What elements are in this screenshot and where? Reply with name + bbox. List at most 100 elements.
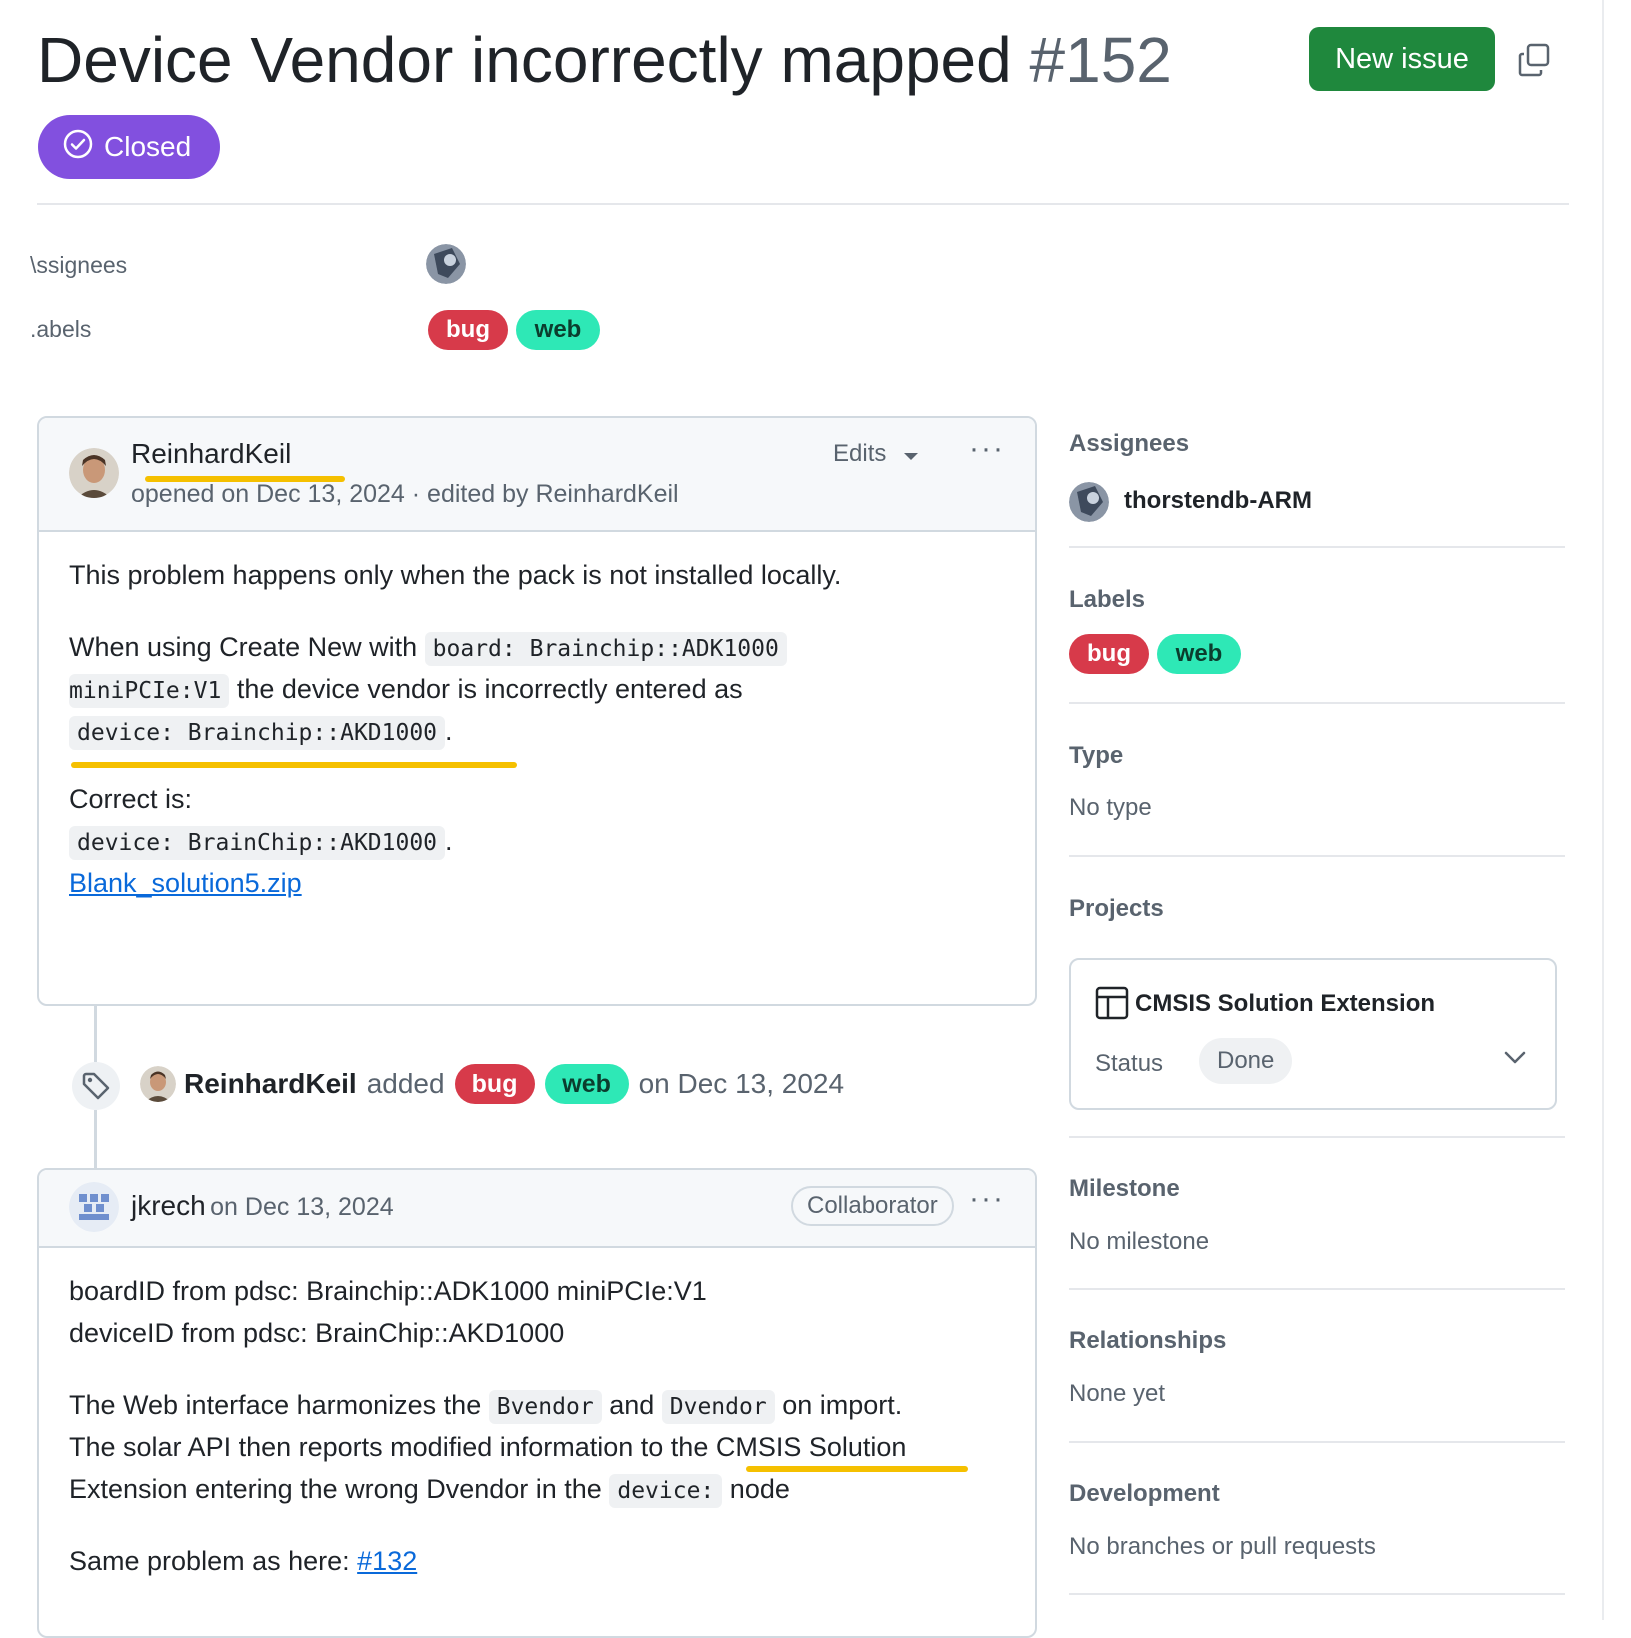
- text-segment: the device vendor is incorrectly entered…: [236, 674, 743, 704]
- text-segment: node: [729, 1474, 790, 1504]
- sidebar-type-title[interactable]: Type: [1069, 742, 1123, 770]
- comment-subline: opened on Dec 13, 2024 · edited by Reinh…: [131, 480, 679, 508]
- sidebar-divider: [1069, 1136, 1565, 1138]
- sidebar-divider: [1069, 546, 1565, 548]
- issue-state-text: Closed: [104, 131, 192, 162]
- inline-code: device: BrainChip::AKD1000: [69, 826, 446, 860]
- sidebar-projects-title[interactable]: Projects: [1069, 895, 1164, 923]
- inline-code: device: Brainchip::AKD1000: [69, 716, 446, 750]
- body-paragraph-3-code-line: device: BrainChip::AKD1000.: [69, 820, 453, 864]
- body-paragraph-2-line-2: miniPCIe:V1 the device vendor is incorre…: [69, 668, 743, 712]
- comment-menu-icon[interactable]: ···: [969, 432, 1005, 466]
- text-segment: .: [445, 716, 453, 746]
- body-line-6: Same problem as here: #132: [69, 1540, 417, 1582]
- sidebar-assignee-avatar[interactable]: [1069, 482, 1109, 522]
- sidebar-relationships-value: None yet: [1069, 1380, 1166, 1407]
- page-edge-divider: [1602, 0, 1604, 1620]
- sidebar-labels-title[interactable]: Labels: [1069, 586, 1145, 614]
- sidebar-assignees-title[interactable]: Assignees: [1069, 430, 1189, 458]
- event-label-web[interactable]: web: [544, 1064, 629, 1104]
- timeline-connector: [94, 1006, 97, 1062]
- comment-author[interactable]: ReinhardKeil: [131, 438, 291, 470]
- meta-assignee-avatar[interactable]: [426, 244, 466, 284]
- attachment-link[interactable]: Blank_solution5.zip: [69, 862, 302, 904]
- project-status-pill[interactable]: Done: [1199, 1038, 1293, 1084]
- inline-code: miniPCIe:V1: [69, 674, 230, 708]
- tag-icon: [72, 1062, 120, 1110]
- issue-number: #152: [1029, 24, 1172, 96]
- label-event: ReinhardKeil added bug web on Dec 13, 20…: [184, 1064, 844, 1104]
- body-paragraph-2-line-1: When using Create New with board: Brainc…: [69, 626, 787, 670]
- event-action: added: [366, 1068, 445, 1099]
- timeline-connector: [94, 1110, 97, 1168]
- comment-author[interactable]: jkrech: [131, 1190, 206, 1221]
- meta-labels-label: .abels: [30, 316, 92, 342]
- body-line-2: deviceID from pdsc: BrainChip::AKD1000: [69, 1318, 565, 1348]
- comment-jkrech: jkrech on Dec 13, 2024 Collaborator ··· …: [37, 1168, 1037, 1638]
- sidebar-divider: [1069, 1288, 1565, 1290]
- inline-code: Bvendor: [488, 1390, 602, 1424]
- meta-assignees-label: \ssignees: [30, 252, 128, 278]
- body-paragraph-1: This problem happens only when the pack …: [69, 560, 842, 590]
- comment-header: jkrech on Dec 13, 2024 Collaborator ···: [39, 1170, 1035, 1248]
- text-segment: When using Create New with: [69, 632, 418, 662]
- issue-reference-link[interactable]: #132: [357, 1546, 417, 1576]
- paragraph-highlight-mark: [71, 762, 517, 768]
- chevron-down-icon[interactable]: [1503, 1050, 1527, 1071]
- text-segment: Extension entering the wrong Dvendor in …: [69, 1474, 602, 1504]
- check-circle-icon: [62, 128, 94, 167]
- body-paragraph-3: Correct is:: [69, 784, 193, 814]
- sidebar-development-value: No branches or pull requests: [1069, 1533, 1376, 1560]
- sidebar-milestone-title[interactable]: Milestone: [1069, 1175, 1180, 1203]
- sidebar-divider: [1069, 1441, 1565, 1443]
- inline-code: Dvendor: [661, 1390, 775, 1424]
- text-segment: on import.: [782, 1390, 903, 1420]
- comment-menu-icon[interactable]: ···: [969, 1182, 1005, 1216]
- sidebar-divider: [1069, 702, 1565, 704]
- comment-date[interactable]: on Dec 13, 2024: [210, 1193, 393, 1221]
- header-divider: [37, 203, 1569, 205]
- issue-body-comment: ReinhardKeil opened on Dec 13, 2024 · ed…: [37, 416, 1037, 1006]
- project-status-label: Status: [1095, 1050, 1164, 1077]
- sidebar-label-bug[interactable]: bug: [1069, 634, 1149, 674]
- collaborator-badge: Collaborator: [791, 1186, 954, 1226]
- text-segment: .: [445, 826, 453, 856]
- comment-header: ReinhardKeil opened on Dec 13, 2024 · ed…: [39, 418, 1035, 532]
- body-paragraph-2-line-3: device: Brainchip::AKD1000.: [69, 710, 453, 754]
- text-segment: and: [609, 1390, 655, 1420]
- inline-code: board: Brainchip::ADK1000: [424, 632, 787, 666]
- copy-link-icon[interactable]: [1515, 40, 1555, 80]
- issue-title: Device Vendor incorrectly mapped #152: [37, 22, 1172, 98]
- event-label-bug[interactable]: bug: [454, 1064, 535, 1104]
- comment-author-line: jkrech on Dec 13, 2024: [131, 1190, 394, 1222]
- sidebar-label-web[interactable]: web: [1157, 634, 1241, 674]
- sidebar-milestone-value: No milestone: [1069, 1228, 1210, 1255]
- edits-label: Edits: [833, 440, 887, 467]
- project-card: CMSIS Solution Extension Status Done: [1069, 958, 1557, 1110]
- body-line-5: Extension entering the wrong Dvendor in …: [69, 1468, 790, 1512]
- body-line-1: boardID from pdsc: Brainchip::ADK1000 mi…: [69, 1276, 707, 1306]
- body-line-4: The solar API then reports modified info…: [69, 1432, 907, 1462]
- sidebar-assignee-name[interactable]: thorstendb-ARM: [1124, 487, 1312, 515]
- project-name[interactable]: CMSIS Solution Extension: [1135, 990, 1435, 1018]
- new-issue-button[interactable]: New issue: [1309, 27, 1495, 91]
- event-date[interactable]: on Dec 13, 2024: [639, 1068, 845, 1100]
- sidebar-divider: [1069, 855, 1565, 857]
- edits-dropdown[interactable]: Edits: [833, 440, 919, 469]
- text-segment: Same problem as here:: [69, 1546, 350, 1576]
- sidebar-type-value: No type: [1069, 794, 1152, 821]
- event-actor-avatar[interactable]: [140, 1066, 176, 1102]
- author-avatar[interactable]: [69, 448, 119, 498]
- event-actor[interactable]: ReinhardKeil: [184, 1068, 357, 1100]
- sidebar-relationships-title[interactable]: Relationships: [1069, 1327, 1226, 1355]
- sidebar-divider: [1069, 1593, 1565, 1595]
- sidebar-development-title[interactable]: Development: [1069, 1480, 1220, 1508]
- project-table-icon: [1095, 986, 1129, 1025]
- caret-down-icon: [903, 441, 919, 469]
- meta-label-web[interactable]: web: [516, 310, 600, 350]
- issue-state-badge: Closed: [38, 115, 220, 179]
- inline-code: device:: [609, 1474, 723, 1508]
- body-line-3: The Web interface harmonizes the Bvendor…: [69, 1384, 902, 1428]
- author-avatar[interactable]: [69, 1182, 119, 1232]
- meta-label-bug[interactable]: bug: [428, 310, 508, 350]
